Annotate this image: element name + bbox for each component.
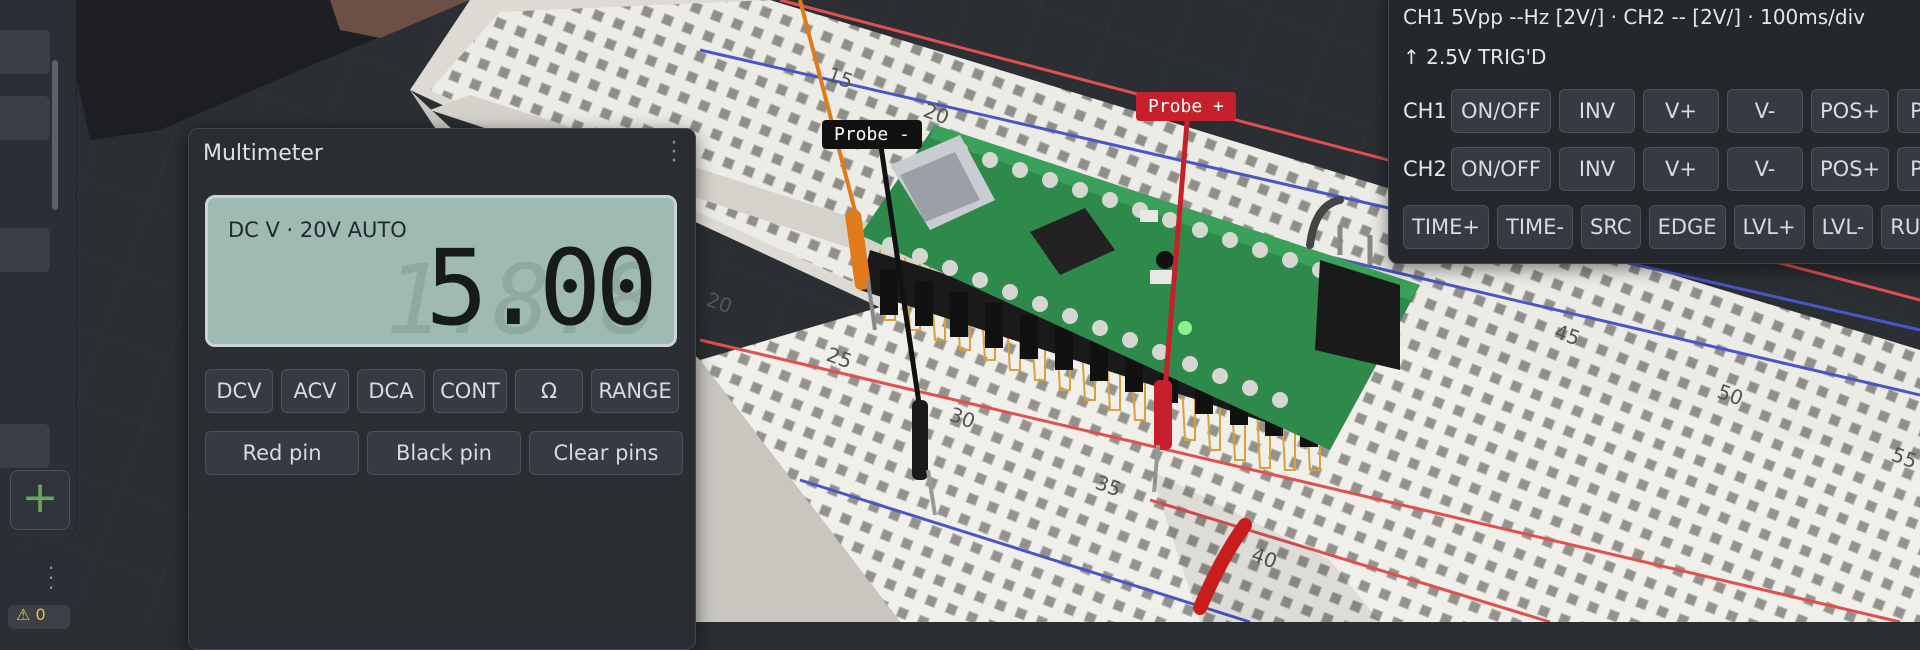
probe-positive-label: Probe + (1136, 92, 1236, 121)
src-button[interactable]: SRC (1581, 205, 1641, 249)
ch2-vminus-button[interactable]: V- (1727, 147, 1803, 191)
edge-button[interactable]: EDGE (1648, 205, 1726, 249)
osc-status-line: CH1 5Vpp --Hz [2V/] · CH2 -- [2V/] · 100… (1403, 5, 1865, 29)
oscilloscope-panel: CH1 5Vpp --Hz [2V/] · CH2 -- [2V/] · 100… (1388, 0, 1920, 264)
ch1-onoff-button[interactable]: ON/OFF (1451, 89, 1551, 133)
ch2-posminus-button[interactable]: POS- (1897, 147, 1920, 191)
probe-negative-label: Probe - (822, 120, 922, 149)
ch1-vplus-button[interactable]: V+ (1643, 89, 1719, 133)
ch1-posplus-button[interactable]: POS+ (1811, 89, 1890, 133)
lcd-mode-text: DC V · 20V AUTO (228, 218, 407, 242)
ohm-button[interactable]: Ω (515, 369, 583, 413)
warning-icon: ⚠ (16, 605, 31, 624)
level-minus-button[interactable]: LVL- (1812, 205, 1874, 249)
time-plus-button[interactable]: TIME+ (1403, 205, 1490, 249)
sidebar-item[interactable] (0, 30, 50, 74)
warning-badge[interactable]: ⚠ 0 (8, 605, 70, 629)
ch2-onoff-button[interactable]: ON/OFF (1451, 147, 1551, 191)
ch2-inv-button[interactable]: INV (1559, 147, 1635, 191)
range-button[interactable]: RANGE (591, 369, 679, 413)
time-minus-button[interactable]: TIME- (1497, 205, 1574, 249)
ch2-label: CH2 (1403, 157, 1447, 181)
run-stop-button[interactable]: RUN/STOP (1881, 205, 1920, 249)
ch1-vminus-button[interactable]: V- (1727, 89, 1803, 133)
clear-pins-button[interactable]: Clear pins (529, 431, 683, 475)
dca-button[interactable]: DCA (357, 369, 425, 413)
sidebar-item[interactable] (0, 96, 50, 140)
sidebar-scrollbar[interactable] (52, 60, 58, 210)
panel-title: Multimeter (203, 141, 323, 166)
ch2-controls: CH2 ON/OFF INV V+ V- POS+ POS- (1403, 147, 1920, 191)
red-pin-button[interactable]: Red pin (205, 431, 359, 475)
dcv-button[interactable]: DCV (205, 369, 273, 413)
pin-button-row: Red pin Black pin Clear pins (205, 431, 683, 475)
sidebar-item[interactable] (0, 228, 50, 272)
sidebar-item[interactable] (0, 424, 50, 468)
warning-count: 0 (35, 605, 46, 624)
ch1-posminus-button[interactable]: POS- (1897, 89, 1920, 133)
ch1-controls: CH1 ON/OFF INV V+ V- POS+ POS- (1403, 89, 1920, 133)
mode-button-row: DCV ACV DCA CONT Ω RANGE (205, 369, 679, 413)
ch1-inv-button[interactable]: INV (1559, 89, 1635, 133)
lcd-display: DC V · 20V AUTO 1.8.8 5.00 (205, 195, 677, 347)
more-options-icon[interactable]: · · · (669, 133, 679, 173)
black-pin-button[interactable]: Black pin (367, 431, 521, 475)
multimeter-panel: Multimeter · · · DC V · 20V AUTO 1.8.8 5.0… (188, 128, 696, 650)
acv-button[interactable]: ACV (281, 369, 349, 413)
plus-icon[interactable]: + (10, 470, 70, 530)
more-options-icon[interactable]: · · · (46, 558, 56, 598)
ch2-vplus-button[interactable]: V+ (1643, 147, 1719, 191)
ch2-posplus-button[interactable]: POS+ (1811, 147, 1890, 191)
ch1-label: CH1 (1403, 99, 1447, 123)
timebase-controls: TIME+ TIME- SRC EDGE LVL+ LVL- RUN/STOP (1403, 205, 1920, 249)
osc-trigger-line: ↑ 2.5V TRIG'D (1403, 45, 1547, 69)
level-plus-button[interactable]: LVL+ (1733, 205, 1805, 249)
lcd-reading: 5.00 (425, 227, 658, 347)
left-bottom-panel: · · · ⚠ 0 (0, 553, 76, 629)
left-toolbar: + (0, 0, 77, 536)
continuity-button[interactable]: CONT (433, 369, 507, 413)
